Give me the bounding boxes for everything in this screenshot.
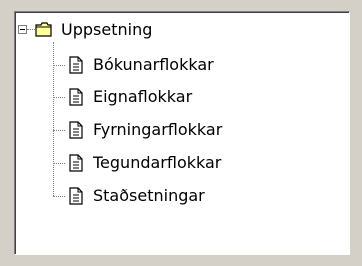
document-icon <box>67 56 85 74</box>
tree-connector-child <box>53 97 65 98</box>
document-icon <box>67 121 85 139</box>
tree-node-root[interactable]: Uppsetning <box>35 19 152 41</box>
folder-icon <box>35 21 53 39</box>
tree-connector-child <box>53 130 65 131</box>
tree-connector-child <box>53 65 65 66</box>
document-icon <box>67 154 85 172</box>
tree-node-label: Tegundarflokkar <box>93 153 222 172</box>
document-icon <box>67 187 85 205</box>
tree-node-label: Uppsetning <box>61 20 153 39</box>
tree-content: Uppsetning Bókunarflokkar Eignaflokkar F… <box>15 12 349 254</box>
tree-node-child[interactable]: Fyrningarflokkar <box>67 119 222 141</box>
tree-node-label: Staðsetningar <box>93 186 205 205</box>
tree-node-child[interactable]: Eignaflokkar <box>67 86 192 108</box>
tree-node-label: Bókunarflokkar <box>93 55 214 74</box>
collapse-toggle[interactable] <box>18 25 27 34</box>
tree-node-label: Fyrningarflokkar <box>93 120 223 139</box>
tree-node-child[interactable]: Staðsetningar <box>67 185 205 207</box>
tree-node-child[interactable]: Bókunarflokkar <box>67 54 214 76</box>
tree-node-child[interactable]: Tegundarflokkar <box>67 152 221 174</box>
tree-node-label: Eignaflokkar <box>93 87 193 106</box>
tree-view[interactable]: Uppsetning Bókunarflokkar Eignaflokkar F… <box>14 11 350 255</box>
tree-connector-child <box>53 196 65 197</box>
tree-connector-child <box>53 163 65 164</box>
document-icon <box>67 88 85 106</box>
window-frame: Uppsetning Bókunarflokkar Eignaflokkar F… <box>0 0 362 266</box>
tree-connector-root <box>27 29 35 30</box>
